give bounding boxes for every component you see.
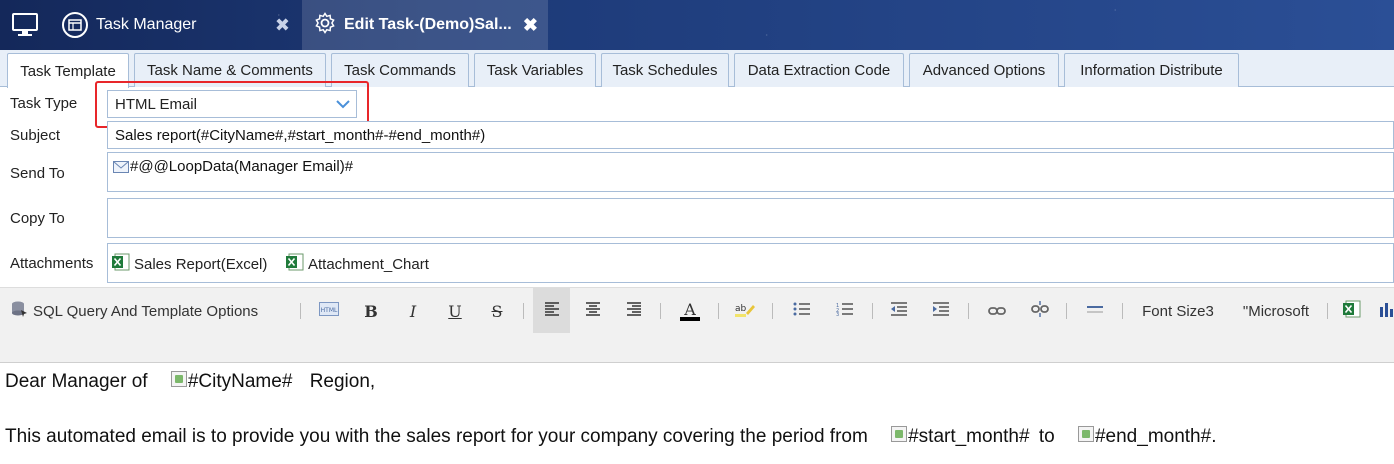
monitor-icon[interactable] — [0, 0, 50, 50]
editor-toolbar: SQL Query And Template Options HTML B I … — [0, 287, 1394, 334]
align-right-icon — [626, 302, 642, 320]
tab-task-variables[interactable]: Task Variables — [474, 53, 596, 87]
font-name-select[interactable]: "Microsoft — [1232, 288, 1320, 334]
tab-task-manager[interactable]: Task Manager ✖ — [56, 0, 302, 50]
copy-to-field[interactable] — [107, 198, 1394, 238]
send-to-label: Send To — [10, 165, 65, 182]
attachment-item[interactable]: Attachment_Chart — [286, 253, 429, 275]
highlight-button[interactable]: ab — [730, 288, 760, 334]
chart-insert-button[interactable] — [1378, 288, 1394, 334]
body-text: Dear Manager of — [5, 371, 148, 392]
html-icon: HTML — [319, 302, 339, 320]
broken-image-icon — [1077, 426, 1094, 442]
placeholder-image[interactable]: #CityName# — [153, 371, 293, 393]
svg-text:3: 3 — [836, 312, 839, 316]
subject-field[interactable]: Sales report(#CityName#,#start_month#-#e… — [107, 121, 1394, 149]
top-tab-bar: Task Manager ✖ Edit Task-(Demo)Sal... ✖ — [0, 0, 1394, 50]
tab-edit-task-label: Edit Task-(Demo)Sal... — [344, 16, 512, 33]
svg-text:HTML: HTML — [321, 307, 338, 314]
body-text: . — [1211, 426, 1217, 447]
broken-image-icon — [170, 371, 187, 387]
numbered-list-button[interactable]: 123 — [830, 288, 860, 334]
horizontal-rule-icon — [1086, 303, 1104, 320]
placeholder-image[interactable]: #start_month# — [873, 426, 1030, 448]
send-to-value: #@@LoopData(Manager Email)# — [130, 158, 354, 175]
excel-icon — [1343, 300, 1361, 322]
font-size-select[interactable]: Font Size3 — [1135, 288, 1221, 334]
mail-icon — [113, 160, 129, 177]
body-line: Dear Manager of #CityName# Region, — [5, 371, 375, 393]
sql-template-options-label: SQL Query And Template Options — [33, 302, 259, 320]
attachment-label: Attachment_Chart — [308, 255, 429, 273]
align-left-button[interactable] — [533, 288, 570, 334]
close-icon[interactable]: ✖ — [275, 15, 290, 36]
subject-label: Subject — [10, 127, 61, 144]
copy-to-label: Copy To — [10, 210, 65, 227]
body-text: Region, — [309, 371, 376, 392]
bold-button[interactable]: B — [356, 288, 386, 334]
numbered-list-icon: 123 — [836, 302, 854, 320]
highlighter-icon: ab — [735, 301, 755, 321]
font-color-label: A — [684, 299, 696, 319]
align-center-button[interactable] — [578, 288, 608, 334]
email-body-editor[interactable]: Dear Manager of #CityName# Region, This … — [0, 363, 1394, 464]
database-icon — [10, 300, 28, 322]
outdent-button[interactable] — [884, 288, 914, 334]
placeholder-image-alt: #CityName# — [187, 371, 293, 392]
tab-edit-task[interactable]: Edit Task-(Demo)Sal... ✖ — [302, 0, 548, 50]
editor-toolbar-row2 — [0, 333, 1394, 363]
gear-icon — [314, 11, 336, 39]
placeholder-image-alt: #start_month# — [908, 426, 1030, 447]
underline-button[interactable]: U — [440, 288, 470, 334]
attachment-item[interactable]: Sales Report(Excel) — [112, 253, 267, 275]
excel-icon — [112, 253, 130, 275]
sql-template-options-button[interactable]: SQL Query And Template Options — [10, 288, 290, 334]
broken-image-icon — [891, 426, 908, 442]
send-to-field[interactable]: #@@LoopData(Manager Email)# — [107, 152, 1394, 192]
app-window: Task Manager ✖ Edit Task-(Demo)Sal... ✖ … — [0, 0, 1394, 464]
unlink-button[interactable] — [1025, 288, 1055, 334]
body-text: to — [1038, 426, 1055, 447]
indent-button[interactable] — [926, 288, 956, 334]
strikethrough-button[interactable]: S — [482, 288, 512, 334]
html-source-button[interactable]: HTML — [314, 288, 344, 334]
font-color-button[interactable]: A — [674, 288, 706, 334]
link-icon — [988, 303, 1006, 320]
outdent-icon — [890, 302, 908, 320]
indent-icon — [932, 302, 950, 320]
chart-icon — [1378, 300, 1394, 322]
align-right-button[interactable] — [619, 288, 649, 334]
align-left-icon — [544, 302, 560, 320]
bullet-list-icon — [793, 302, 811, 320]
tab-advanced-options[interactable]: Advanced Options — [909, 53, 1059, 87]
align-center-icon — [585, 302, 601, 320]
task-manager-icon — [62, 12, 88, 38]
task-type-label: Task Type — [10, 95, 78, 112]
excel-insert-button[interactable] — [1338, 288, 1366, 334]
bulleted-list-button[interactable] — [787, 288, 817, 334]
svg-text:ab: ab — [735, 304, 747, 314]
insert-link-button[interactable] — [982, 288, 1012, 334]
placeholder-image[interactable]: #end_month# — [1060, 426, 1211, 448]
tab-task-manager-label: Task Manager — [96, 16, 197, 33]
italic-button[interactable]: I — [398, 288, 428, 334]
close-icon[interactable]: ✖ — [523, 15, 538, 36]
tab-task-schedules[interactable]: Task Schedules — [601, 53, 729, 87]
tab-information-distribute[interactable]: Information Distribute — [1064, 53, 1239, 87]
attachments-label: Attachments — [10, 255, 94, 272]
tab-data-extraction-code[interactable]: Data Extraction Code — [734, 53, 904, 87]
font-color-swatch — [680, 316, 700, 321]
excel-icon — [286, 253, 304, 275]
horizontal-rule-button[interactable] — [1080, 288, 1110, 334]
body-text: This automated email is to provide you w… — [5, 426, 868, 447]
placeholder-image-alt: #end_month# — [1094, 426, 1212, 447]
unlink-icon — [1031, 301, 1049, 321]
body-line: This automated email is to provide you w… — [5, 426, 1216, 448]
attachment-label: Sales Report(Excel) — [134, 255, 268, 273]
